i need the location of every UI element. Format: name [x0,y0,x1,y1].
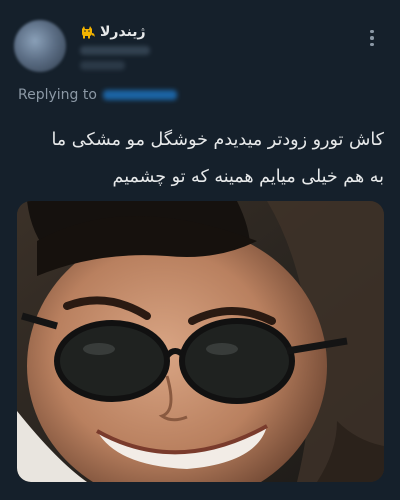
tweet-photo[interactable] [17,201,384,482]
display-name-row[interactable]: ژیندرلا [80,24,180,40]
display-name[interactable]: ژیندرلا [100,24,146,40]
tweet-text-line: کاش تورو زودتر میدیدم خوشگل مو مشکی ما [51,130,384,150]
more-vertical-icon [370,29,374,34]
tweet-text: کاش تورو زودتر میدیدم خوشگل مو مشکی ما ب… [16,122,384,196]
tweet: ژیندرلا Replying to کاش تورو زودتر میدید… [0,0,400,500]
reply-handle-redacted[interactable] [102,90,177,100]
reply-label: Replying to [18,87,97,103]
cat-icon [80,24,96,40]
username-redacted [80,46,150,55]
avatar[interactable] [14,20,66,72]
photo-illustration [17,201,384,482]
tweet-text-line: به هم خیلی میایم همینه که تو چشمیم [112,167,384,187]
author-info[interactable]: ژیندرلا [80,24,180,70]
meta-redacted [80,61,125,70]
more-options-button[interactable] [362,26,382,50]
tweet-header: ژیندرلا [0,12,400,82]
reply-context: Replying to [18,87,177,103]
